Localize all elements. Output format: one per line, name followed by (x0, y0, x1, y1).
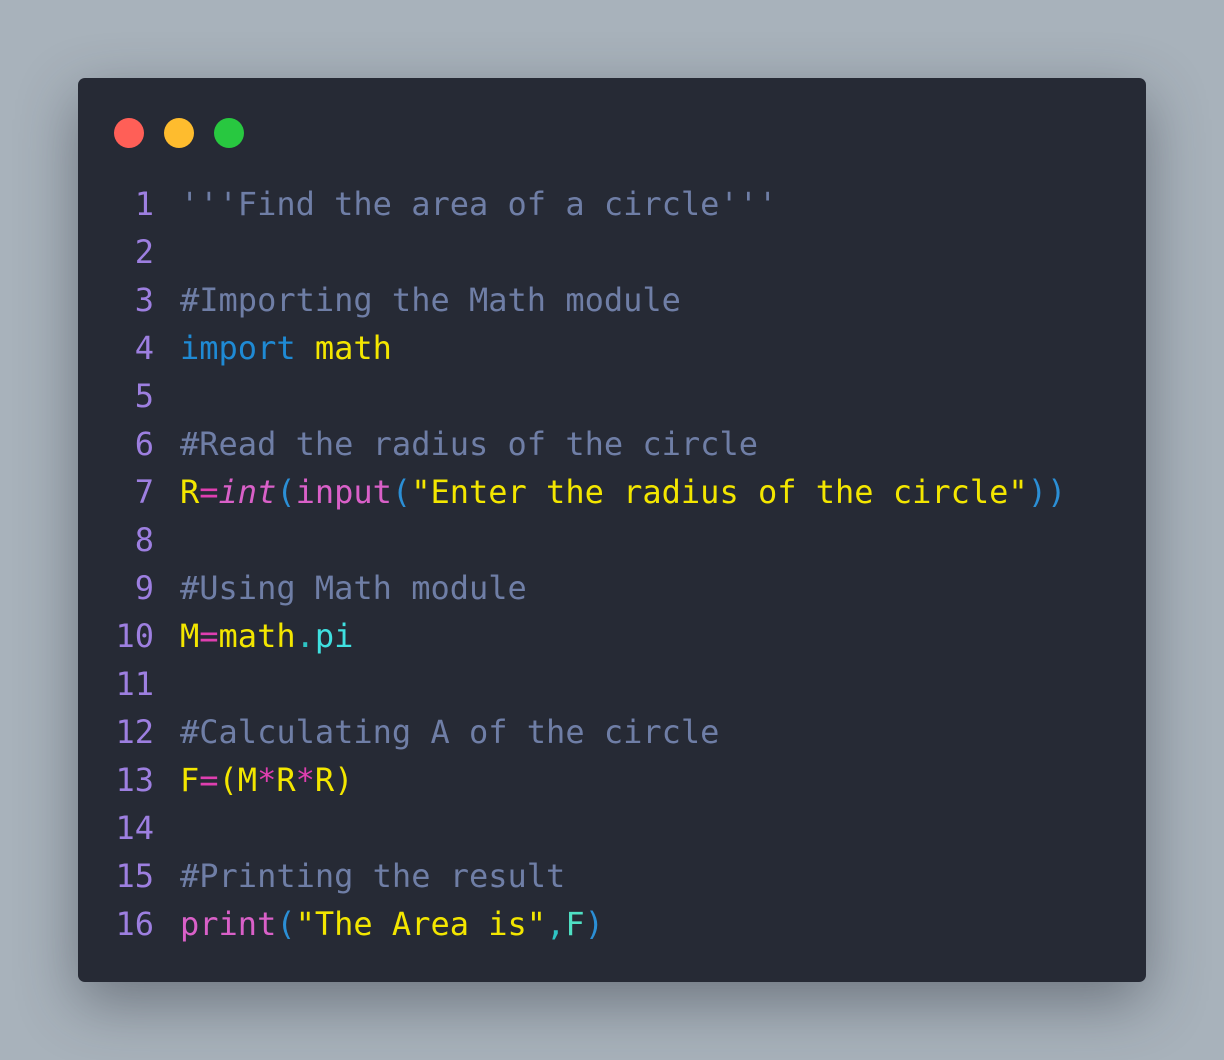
code-token: "The Area is" (295, 905, 547, 943)
code-token: = (199, 473, 219, 511)
code-line: 13 F=(M*R*R) (78, 756, 1146, 804)
code-line: 9 #Using Math module (78, 564, 1146, 612)
code-line: 1 '''Find the area of a circle''' (78, 180, 1146, 228)
code-token: #Importing the Math module (180, 281, 681, 319)
code-token: R (180, 473, 200, 511)
code-line: 5 (78, 372, 1146, 420)
code-line: 15 #Printing the result (78, 852, 1146, 900)
line-source: M=math.pi (180, 612, 353, 660)
line-source: print("The Area is",F) (180, 900, 604, 948)
code-token: math (218, 617, 296, 655)
minimize-button[interactable] (164, 118, 194, 148)
line-source: #Read the radius of the circle (180, 420, 758, 468)
code-token: print (180, 905, 277, 943)
line-number: 8 (134, 521, 154, 559)
line-number: 3 (134, 281, 154, 319)
line-number: 6 (134, 425, 154, 463)
code-token: import (180, 329, 296, 367)
line-number: 11 (115, 665, 154, 703)
line-number: 2 (134, 233, 154, 271)
line-source: '''Find the area of a circle''' (180, 180, 777, 228)
code-window: 1 '''Find the area of a circle''' 2 3 #Impor… (78, 78, 1146, 982)
line-number: 9 (134, 569, 154, 607)
line-number: 5 (134, 377, 154, 415)
code-token: #Calculating A of the circle (180, 713, 720, 751)
line-source: #Using Math module (180, 564, 527, 612)
code-token: ( (276, 905, 296, 943)
code-line: 16 print("The Area is",F) (78, 900, 1146, 948)
code-token: ( (276, 473, 296, 511)
line-source: #Importing the Math module (180, 276, 681, 324)
code-token: * (257, 761, 277, 799)
code-token: ) (584, 905, 604, 943)
maximize-button[interactable] (214, 118, 244, 148)
code-line: 14 (78, 804, 1146, 852)
code-token: F (180, 761, 200, 799)
line-source: #Printing the result (180, 852, 565, 900)
code-line: 3 #Importing the Math module (78, 276, 1146, 324)
code-token: input (295, 473, 392, 511)
code-token: (M (218, 761, 258, 799)
code-token: R (276, 761, 296, 799)
code-token: int (218, 473, 277, 511)
code-line: 4 import math (78, 324, 1146, 372)
line-number: 7 (134, 473, 154, 511)
line-number: 1 (134, 185, 154, 223)
code-token: #Printing the result (180, 857, 566, 895)
code-line: 11 (78, 660, 1146, 708)
code-token: . (295, 617, 315, 655)
code-token: = (199, 617, 219, 655)
line-source: F=(M*R*R) (180, 756, 353, 804)
code-token: M (180, 617, 200, 655)
code-line: 2 (78, 228, 1146, 276)
code-token: = (199, 761, 219, 799)
code-line: 12 #Calculating A of the circle (78, 708, 1146, 756)
close-button[interactable] (114, 118, 144, 148)
line-source: import math (180, 324, 392, 372)
line-number: 15 (115, 857, 154, 895)
code-token: )) (1027, 473, 1067, 511)
code-token: R) (314, 761, 354, 799)
code-token: ( (391, 473, 412, 511)
code-token: '''Find the area of a circle''' (180, 185, 778, 223)
code-token: F (565, 905, 585, 943)
code-token: pi (314, 617, 354, 655)
line-number: 10 (115, 617, 154, 655)
line-source: #Calculating A of the circle (180, 708, 719, 756)
code-token: math (314, 329, 392, 367)
line-number: 16 (115, 905, 154, 943)
line-number: 13 (115, 761, 154, 799)
code-token: * (295, 761, 315, 799)
code-token: #Using Math module (180, 569, 527, 607)
line-number: 4 (134, 329, 154, 367)
line-number: 14 (115, 809, 154, 847)
code-line: 6 #Read the radius of the circle (78, 420, 1146, 468)
line-number: 12 (115, 713, 154, 751)
code-line: 10 M=math.pi (78, 612, 1146, 660)
code-token: , (546, 905, 566, 943)
code-token: "Enter the radius of the circle" (411, 473, 1028, 511)
code-block[interactable]: 1 '''Find the area of a circle''' 2 3 #Impor… (78, 180, 1146, 948)
code-line: 7 R=int(input("Enter the radius of the ci… (78, 468, 1146, 516)
code-token: #Read the radius of the circle (180, 425, 758, 463)
line-source: R=int(input("Enter the radius of the cir… (180, 468, 1066, 516)
code-line: 8 (78, 516, 1146, 564)
